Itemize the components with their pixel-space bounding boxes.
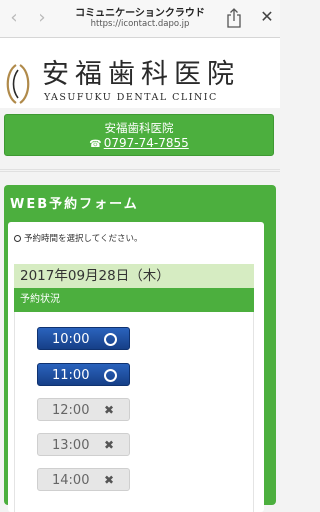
unavailable-x-icon: ✖ bbox=[104, 403, 115, 417]
clock-icon bbox=[14, 235, 21, 242]
form-title: WEB予約フォーム bbox=[10, 197, 139, 212]
phone-number[interactable]: 0797-74-7855 bbox=[104, 136, 189, 150]
contact-box: 安福歯科医院 ☎ 0797-74-7855 bbox=[4, 114, 274, 156]
browser-toolbar: ‹ › コミュニケーションクラウド https://icontact.dapo.… bbox=[0, 0, 280, 38]
slot-time: 10:00 bbox=[52, 332, 90, 347]
available-circle-icon bbox=[104, 333, 117, 346]
phone-icon: ☎ bbox=[89, 139, 102, 150]
time-slot-unavailable: 13:00 ✖ bbox=[37, 433, 130, 456]
slot-time: 14:00 bbox=[52, 473, 90, 488]
forward-arrow-icon[interactable]: › bbox=[34, 9, 50, 27]
available-circle-icon bbox=[104, 369, 117, 382]
instruction-text: 予約時間を選択してください。 bbox=[14, 232, 143, 244]
unavailable-x-icon: ✖ bbox=[104, 473, 115, 487]
slot-time: 12:00 bbox=[52, 403, 90, 418]
close-icon[interactable]: ✕ bbox=[258, 7, 276, 27]
time-slot-button[interactable]: 10:00 bbox=[37, 327, 130, 350]
page-title: コミュニケーションクラウド bbox=[75, 8, 205, 19]
divider bbox=[0, 169, 280, 170]
time-slot-button[interactable]: 11:00 bbox=[37, 363, 130, 386]
status-header: 予約状況 bbox=[14, 288, 254, 312]
back-arrow-icon[interactable]: ‹ bbox=[6, 9, 22, 27]
slot-time: 11:00 bbox=[52, 368, 90, 383]
time-slot-unavailable: 14:00 ✖ bbox=[37, 468, 130, 491]
instruction-label: 予約時間を選択してください。 bbox=[24, 234, 143, 244]
unavailable-x-icon: ✖ bbox=[104, 438, 115, 452]
slot-time: 13:00 bbox=[52, 438, 90, 453]
url-display[interactable]: https://icontact.dapo.jp bbox=[58, 19, 222, 29]
phone-link[interactable]: ☎ 0797-74-7855 bbox=[5, 136, 273, 150]
share-icon[interactable] bbox=[226, 8, 242, 28]
clinic-name: 安福歯科医院 bbox=[42, 59, 240, 90]
clinic-name-english: YASUFUKU DENTAL CLINIC bbox=[44, 92, 218, 103]
time-slot-unavailable: 12:00 ✖ bbox=[37, 398, 130, 421]
divider bbox=[0, 171, 280, 172]
date-header: 2017年09月28日（木） bbox=[14, 264, 254, 288]
clinic-logo-icon bbox=[3, 62, 33, 106]
contact-clinic-name: 安福歯科医院 bbox=[104, 121, 174, 135]
